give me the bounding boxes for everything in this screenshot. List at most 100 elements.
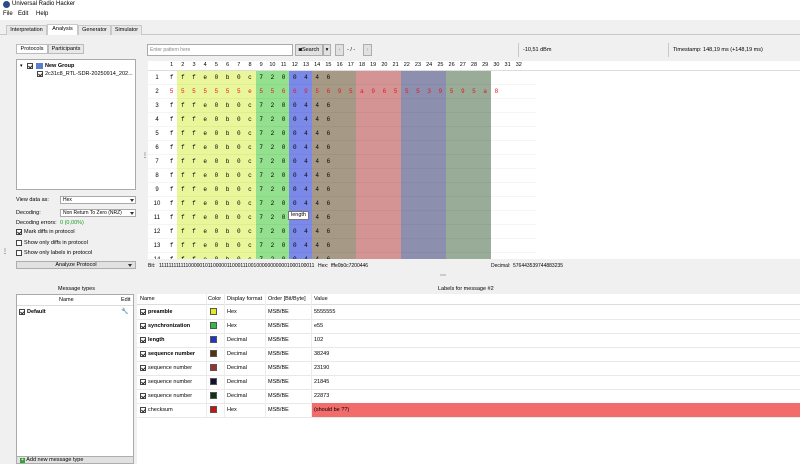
label-row[interactable]: sequence number Decimal MSB/BE 21845 <box>137 375 800 390</box>
protocol-cell[interactable]: 7 <box>256 141 267 155</box>
protocol-cell[interactable]: 7 <box>256 239 267 253</box>
label-row[interactable]: sequence number Decimal MSB/BE 38249 <box>137 347 800 362</box>
protocol-cell[interactable]: 4 <box>312 141 323 155</box>
protocol-cell[interactable]: 6 <box>323 169 334 183</box>
protocol-cell[interactable]: f <box>166 197 177 211</box>
protocol-cell[interactable]: f <box>188 71 199 85</box>
protocol-cell[interactable]: e <box>200 113 211 127</box>
protocol-cell[interactable]: e <box>200 155 211 169</box>
protocol-cell[interactable]: 4 <box>312 169 323 183</box>
protocol-cell[interactable]: 0 <box>278 141 289 155</box>
protocol-cell[interactable]: b <box>222 113 233 127</box>
protocol-cell[interactable]: 0 <box>233 71 244 85</box>
label-order[interactable]: MSB/BE <box>268 379 289 385</box>
protocol-cell[interactable]: 5 <box>267 85 278 99</box>
label-format[interactable]: Decimal <box>227 337 247 343</box>
protocol-cell[interactable]: f <box>177 155 188 169</box>
protocol-cell[interactable]: 4 <box>300 99 311 113</box>
protocol-cell[interactable]: 6 <box>323 99 334 113</box>
protocol-cell[interactable]: 0 <box>211 183 222 197</box>
column-header[interactable]: 26 <box>446 61 457 70</box>
protocol-cell[interactable]: 0 <box>233 169 244 183</box>
analyze-protocol-button[interactable]: Analyze Protocol <box>16 261 136 269</box>
protocol-cell[interactable]: 4 <box>300 127 311 141</box>
label-format[interactable]: Decimal <box>227 379 247 385</box>
protocol-cell[interactable]: 8 <box>491 85 502 99</box>
protocol-cell[interactable]: 0 <box>233 141 244 155</box>
protocol-cell[interactable]: 4 <box>300 253 311 259</box>
label-format[interactable]: Decimal <box>227 365 247 371</box>
protocol-cell[interactable]: b <box>222 239 233 253</box>
label-color-swatch[interactable] <box>210 364 217 371</box>
protocol-cell[interactable]: f <box>166 239 177 253</box>
protocol-cell[interactable]: 2 <box>267 141 278 155</box>
protocol-cell[interactable]: 0 <box>211 239 222 253</box>
label-order[interactable]: MSB/BE <box>268 337 289 343</box>
protocol-cell[interactable]: 0 <box>278 253 289 259</box>
protocol-cell[interactable]: 2 <box>267 99 278 113</box>
protocol-cell[interactable]: 7 <box>256 113 267 127</box>
label-order[interactable]: MSB/BE <box>268 323 289 329</box>
protocol-cell[interactable]: f <box>166 253 177 259</box>
column-header[interactable]: 10 <box>267 61 278 70</box>
protocol-cell[interactable]: 7 <box>256 211 267 225</box>
protocol-cell[interactable]: 0 <box>289 225 300 239</box>
protocol-cell[interactable]: 0 <box>211 211 222 225</box>
protocol-cell[interactable]: f <box>177 71 188 85</box>
row-number[interactable]: 7 <box>148 155 166 169</box>
label-checkbox[interactable] <box>140 323 146 329</box>
label-row[interactable]: sequence number Decimal MSB/BE 23190 <box>137 361 800 376</box>
expand-arrow-icon[interactable]: ▾ <box>20 63 23 69</box>
column-header[interactable]: 31 <box>502 61 513 70</box>
protocol-cell[interactable]: c <box>244 127 255 141</box>
protocol-cell[interactable]: c <box>244 155 255 169</box>
protocol-cell[interactable]: e <box>200 183 211 197</box>
protocol-cell[interactable]: 4 <box>312 155 323 169</box>
column-header[interactable]: 1 <box>166 61 177 70</box>
label-order[interactable]: MSB/BE <box>268 351 289 357</box>
protocol-cell[interactable]: c <box>244 253 255 259</box>
protocol-cell[interactable]: b <box>222 141 233 155</box>
protocol-cell[interactable]: 4 <box>300 155 311 169</box>
protocol-cell[interactable]: 0 <box>211 113 222 127</box>
protocol-cell[interactable]: 6 <box>379 85 390 99</box>
protocol-cell[interactable]: 0 <box>233 183 244 197</box>
mark-diffs-checkbox[interactable] <box>16 229 22 235</box>
tab-simulator[interactable]: Simulator <box>111 25 142 35</box>
label-row[interactable]: checksum Hex MSB/BE (should be ??) <box>137 403 800 418</box>
column-header[interactable]: 5 <box>211 61 222 70</box>
protocol-cell[interactable]: f <box>166 155 177 169</box>
menu-help[interactable]: Help <box>36 11 48 17</box>
column-header[interactable]: 27 <box>457 61 468 70</box>
row-number[interactable]: 14 <box>148 253 166 259</box>
protocol-cell[interactable]: 6 <box>278 85 289 99</box>
row-number[interactable]: 4 <box>148 113 166 127</box>
protocol-cell[interactable]: 2 <box>267 71 278 85</box>
add-message-type-button[interactable]: + Add new message type <box>16 456 134 464</box>
protocol-cell[interactable]: 9 <box>435 85 446 99</box>
protocol-cell[interactable]: 0 <box>233 155 244 169</box>
protocol-cell[interactable]: 0 <box>211 141 222 155</box>
wrench-icon[interactable]: 🔧 <box>121 308 128 315</box>
label-order[interactable]: MSB/BE <box>268 365 289 371</box>
group-checkbox[interactable] <box>27 63 33 69</box>
protocol-cell[interactable]: 4 <box>300 71 311 85</box>
horizontal-splitter-handle[interactable]: ⋯ <box>440 272 446 279</box>
label-row[interactable]: synchronization Hex MSB/BE e55 <box>137 319 800 334</box>
protocol-cell[interactable]: 4 <box>312 183 323 197</box>
column-header[interactable]: 24 <box>424 61 435 70</box>
default-type-checkbox[interactable] <box>19 309 25 315</box>
column-header[interactable]: 3 <box>188 61 199 70</box>
protocol-cell[interactable]: 2 <box>267 225 278 239</box>
column-header[interactable]: 32 <box>513 61 524 70</box>
protocol-cell[interactable]: 4 <box>312 113 323 127</box>
protocol-cell[interactable]: 4 <box>300 239 311 253</box>
protocol-cell[interactable]: f <box>188 183 199 197</box>
protocol-cell[interactable]: 7 <box>256 155 267 169</box>
row-number[interactable]: 6 <box>148 141 166 155</box>
protocol-cell[interactable]: 2 <box>267 239 278 253</box>
protocol-cell[interactable]: f <box>177 99 188 113</box>
protocol-cell[interactable]: 0 <box>278 99 289 113</box>
label-name[interactable]: length <box>148 337 165 343</box>
protocol-cell[interactable]: 7 <box>256 99 267 113</box>
